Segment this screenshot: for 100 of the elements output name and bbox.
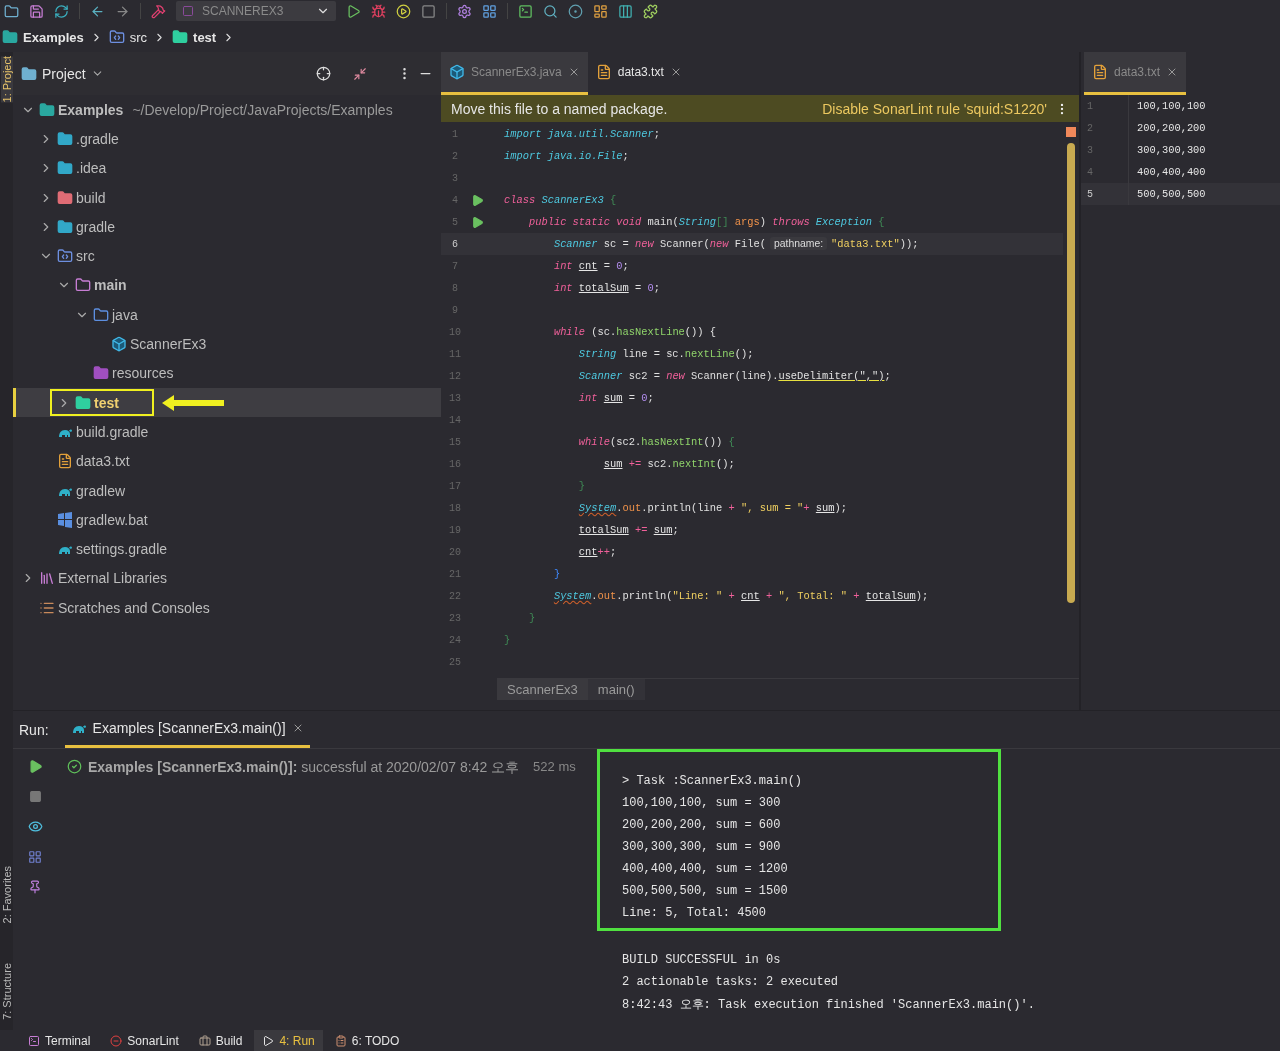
code-line: while(sc2.hasNextInt()) { [577,436,735,448]
tree-item[interactable]: gradlew [13,475,441,506]
tree-item[interactable]: build.gradle [13,417,441,447]
play-icon [262,1034,275,1047]
line-number: 2 [1081,117,1129,139]
tree-item[interactable]: src [13,241,441,271]
tree-item[interactable]: gradlew.bat [13,505,441,535]
editor-tab[interactable]: data3.txt [587,52,690,95]
collapse-icon[interactable] [353,66,367,81]
cube-icon [111,336,127,352]
tree-item[interactable]: test [13,387,441,418]
tool-window-tab[interactable]: Terminal [20,1030,99,1051]
breadcrumb-item[interactable]: src [108,29,148,45]
output-line: 200,200,200, sum = 600 [622,817,782,834]
run-label: Run: [19,720,49,740]
folder-icon[interactable] [4,3,19,19]
terminal-icon[interactable] [518,3,533,19]
code-line: System.out.println(line + ", sum = "+ sum); [577,502,848,514]
text-line: 200,200,200 [1136,122,1206,134]
coverage-icon[interactable] [396,3,411,19]
run-tab[interactable]: Examples [ScannerEx3.main()] [64,711,310,748]
line-number: 22 [448,590,462,602]
line-number: 25 [448,656,462,668]
tree-item[interactable]: resources [13,358,441,388]
tree-item[interactable]: .gradle [13,124,441,154]
circle-dot-icon[interactable] [568,3,583,19]
tool-window-tab[interactable]: Build [190,1030,251,1051]
tree-item[interactable]: .idea [13,153,441,183]
tree-item[interactable]: settings.gradle [13,534,441,564]
line-number: 15 [448,436,462,448]
breadcrumb-item[interactable]: main() [587,679,645,700]
refresh-icon[interactable] [54,3,69,19]
line-number: 3 [1081,139,1129,161]
eye-icon[interactable] [27,819,43,834]
pin-icon[interactable] [28,880,42,894]
line-number: 1 [451,128,459,140]
tree-item[interactable]: gradle [13,212,441,242]
tool-window-tab[interactable]: 1: Project [0,56,13,103]
folder-icon [57,160,73,177]
grid-icon[interactable] [482,3,497,19]
folder-icon [93,365,109,382]
tool-window-tab[interactable]: 6: TODO [326,1030,408,1051]
puzzle-icon[interactable] [643,3,658,19]
settings-icon[interactable] [457,3,472,19]
tool-window-tab[interactable]: 2: Favorites [0,865,13,924]
stop-icon[interactable] [421,3,436,19]
breadcrumb-item[interactable]: ScannerEx3 [497,679,588,700]
output-line: Line: 5, Total: 4500 [622,905,768,922]
stop-icon[interactable] [28,790,42,803]
tree-item[interactable]: build [13,182,441,213]
tree-item[interactable]: data3.txt [13,446,441,476]
banner-link[interactable]: Disable SonarLint rule 'squid:S1220' [822,100,1047,117]
tree-item[interactable]: Examples ~/Develop/Project/JavaProjects/Examples [13,95,441,125]
project-view-dropdown[interactable]: Project [21,65,104,82]
play-icon[interactable] [27,759,43,774]
tree-item[interactable]: Scratches and Consoles [13,593,441,623]
folder-icon [172,29,189,45]
play-icon[interactable] [346,3,361,19]
scrollbar[interactable] [1067,143,1075,603]
breadcrumb-item[interactable]: Examples [2,29,84,45]
line-number: 5 [1081,183,1129,205]
line-number: 2 [451,150,459,162]
line-number: 21 [448,568,462,580]
folder-icon [57,218,73,235]
forward-arrow-icon[interactable] [115,3,130,19]
code-line: } [527,612,536,624]
code-line: cnt++; [577,546,617,558]
code-line: import java.io.File; [504,150,629,162]
tree-item[interactable]: ScannerEx3 [13,329,441,359]
target-icon[interactable] [316,66,331,81]
text-file-icon [57,453,73,470]
grid-icon[interactable] [28,850,42,864]
run-gutter-icon[interactable] [471,215,484,229]
cube-icon [449,64,465,80]
line-number: 11 [448,348,462,360]
folder-icon [2,29,18,45]
code-line: sum += sc2.nextInt(); [602,458,735,470]
code-line: int cnt = 0; [552,260,629,272]
duration: 522 ms [533,759,576,774]
output-line: 8:42:43 오후: Task execution finished 'ScannerEx3.main()'. [621,996,1035,1014]
hammer-icon[interactable] [151,3,166,19]
folder-icon [93,306,109,323]
run-gutter-icon[interactable] [471,193,484,207]
tool-window-tab[interactable]: SonarLint [102,1030,187,1051]
tool-window-tab[interactable]: 4: Run [254,1030,323,1051]
tree-item[interactable]: main [13,270,441,301]
code-line: System.out.println("Line: " + cnt + ", Total: " + totalSum); [552,590,929,602]
tool-window-tab[interactable]: 7: Structure [0,963,13,1020]
columns-icon[interactable] [618,3,633,19]
line-number: 23 [448,612,462,624]
tree-item[interactable]: External Libraries [13,563,441,594]
tree-item[interactable]: java [13,300,441,330]
line-number: 4 [451,194,459,206]
line-number: 12 [448,370,462,382]
search-icon[interactable] [543,3,558,19]
bug-icon[interactable] [371,3,386,19]
breadcrumb-item[interactable]: test [172,29,217,45]
save-icon[interactable] [29,3,44,19]
run-result[interactable]: Examples [ScannerEx3.main()]: successful at 2020/02/07 8:42 오후 [88,759,520,777]
layout-icon[interactable] [593,3,608,19]
